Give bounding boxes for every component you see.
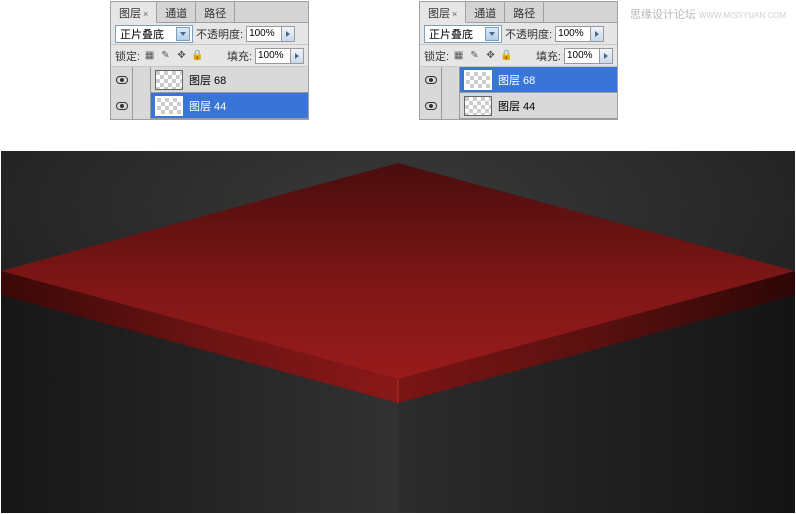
tab-paths[interactable]: 路径 (196, 2, 235, 22)
tab-paths[interactable]: 路径 (505, 2, 544, 22)
eye-icon (116, 76, 128, 84)
blend-mode-value: 正片叠底 (120, 26, 164, 42)
tab-layers[interactable]: 图层× (111, 2, 157, 23)
lock-row: 锁定: ▦ ✎ ✥ 🔒 填充: 100% (111, 45, 308, 67)
close-icon[interactable]: × (143, 9, 148, 19)
tab-layers[interactable]: 图层× (420, 2, 466, 23)
blend-mode-select[interactable]: 正片叠底 (424, 25, 502, 43)
close-icon[interactable]: × (452, 9, 457, 19)
tab-layers-label: 图层 (119, 8, 141, 20)
arrow-right-icon[interactable] (281, 27, 294, 41)
fill-input[interactable]: 100% (255, 48, 304, 64)
canvas-render (1, 151, 795, 513)
chevron-down-icon (485, 27, 499, 41)
arrow-right-icon[interactable] (599, 49, 612, 63)
link-column[interactable] (133, 93, 151, 119)
panel-tabs: 图层× 通道 路径 (420, 2, 617, 23)
arrow-right-icon[interactable] (290, 49, 303, 63)
layer-thumbnail[interactable] (464, 96, 492, 116)
opacity-value: 100% (556, 28, 590, 39)
lock-brush-icon[interactable]: ✎ (468, 49, 481, 62)
visibility-toggle[interactable] (111, 93, 133, 119)
lock-label: 锁定: (424, 48, 449, 64)
layers-panel-right: 图层× 通道 路径 正片叠底 不透明度: 100% 锁定: ▦ ✎ ✥ 🔒 填充… (419, 1, 618, 120)
blend-row: 正片叠底 不透明度: 100% (420, 23, 617, 45)
lock-pixels-icon[interactable]: ▦ (143, 49, 156, 62)
fill-label: 填充: (536, 48, 561, 64)
visibility-toggle[interactable] (420, 93, 442, 119)
blend-mode-select[interactable]: 正片叠底 (115, 25, 193, 43)
layers-panel-left: 图层× 通道 路径 正片叠底 不透明度: 100% 锁定: ▦ ✎ ✥ 🔒 填充… (110, 1, 309, 120)
blend-row: 正片叠底 不透明度: 100% (111, 23, 308, 45)
layer-row[interactable]: 图层 68 (111, 67, 308, 93)
watermark-main: 思缘设计论坛 (630, 9, 696, 21)
link-column[interactable] (133, 67, 151, 93)
layer-thumbnail[interactable] (464, 70, 492, 90)
tab-channels[interactable]: 通道 (466, 2, 505, 22)
eye-icon (425, 76, 437, 84)
lock-move-icon[interactable]: ✥ (484, 49, 497, 62)
tab-layers-label: 图层 (428, 8, 450, 20)
arrow-right-icon[interactable] (590, 27, 603, 41)
lock-row: 锁定: ▦ ✎ ✥ 🔒 填充: 100% (420, 45, 617, 67)
layer-thumbnail[interactable] (155, 96, 183, 116)
link-column[interactable] (442, 93, 460, 119)
lock-all-icon[interactable]: 🔒 (500, 49, 513, 62)
layer-name: 图层 44 (187, 98, 226, 114)
watermark: 思缘设计论坛 WWW.MISSYUAN.COM (630, 6, 786, 22)
fill-value: 100% (565, 50, 599, 61)
fill-label: 填充: (227, 48, 252, 64)
fill-value: 100% (256, 50, 290, 61)
panel-tabs: 图层× 通道 路径 (111, 2, 308, 23)
tab-channels[interactable]: 通道 (157, 2, 196, 22)
opacity-label: 不透明度: (196, 26, 243, 42)
layers-list: 图层 68 图层 44 (420, 67, 617, 119)
layer-row[interactable]: 图层 44 (111, 93, 308, 119)
blend-mode-value: 正片叠底 (429, 26, 473, 42)
lock-move-icon[interactable]: ✥ (175, 49, 188, 62)
fill-input[interactable]: 100% (564, 48, 613, 64)
visibility-toggle[interactable] (111, 67, 133, 93)
opacity-input[interactable]: 100% (246, 26, 295, 42)
lock-icons: ▦ ✎ ✥ 🔒 (452, 49, 513, 62)
layer-name: 图层 68 (187, 72, 226, 88)
layer-name: 图层 44 (496, 98, 535, 114)
lock-brush-icon[interactable]: ✎ (159, 49, 172, 62)
layer-row[interactable]: 图层 68 (420, 67, 617, 93)
layer-thumbnail[interactable] (155, 70, 183, 90)
lock-label: 锁定: (115, 48, 140, 64)
opacity-label: 不透明度: (505, 26, 552, 42)
link-column[interactable] (442, 67, 460, 93)
eye-icon (116, 102, 128, 110)
lock-all-icon[interactable]: 🔒 (191, 49, 204, 62)
watermark-sub: WWW.MISSYUAN.COM (699, 11, 786, 20)
opacity-input[interactable]: 100% (555, 26, 604, 42)
layer-name: 图层 68 (496, 72, 535, 88)
opacity-value: 100% (247, 28, 281, 39)
layers-list: 图层 68 图层 44 (111, 67, 308, 119)
lock-pixels-icon[interactable]: ▦ (452, 49, 465, 62)
layer-row[interactable]: 图层 44 (420, 93, 617, 119)
top-area: 思缘设计论坛 WWW.MISSYUAN.COM 图层× 通道 路径 正片叠底 不… (0, 0, 796, 151)
eye-icon (425, 102, 437, 110)
visibility-toggle[interactable] (420, 67, 442, 93)
lock-icons: ▦ ✎ ✥ 🔒 (143, 49, 204, 62)
chevron-down-icon (176, 27, 190, 41)
render-svg (1, 151, 795, 513)
